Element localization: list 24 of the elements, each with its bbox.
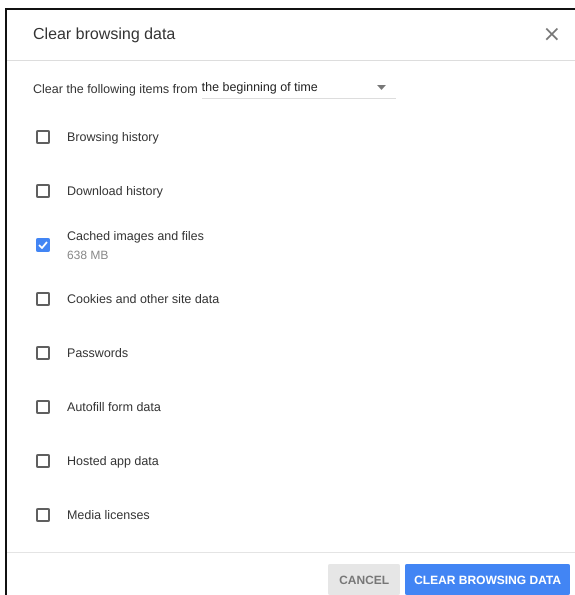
checkbox-label: Hosted app data <box>67 454 159 468</box>
checkbox[interactable] <box>36 130 50 144</box>
checkbox[interactable] <box>36 346 50 360</box>
checkbox[interactable] <box>36 184 50 198</box>
checkbox-label: Browsing history <box>67 130 159 144</box>
cancel-button[interactable]: CANCEL <box>328 564 400 595</box>
range-label: Clear the following items from <box>33 82 198 96</box>
checkbox[interactable] <box>36 400 50 414</box>
checkbox-label: Cached images and files <box>67 228 204 242</box>
time-range-dropdown[interactable]: the beginning of time <box>202 78 396 99</box>
checkbox[interactable] <box>36 508 50 522</box>
dialog-title: Clear browsing data <box>33 26 176 44</box>
checkbox-label: Download history <box>67 184 163 198</box>
close-button[interactable]: × <box>538 24 565 46</box>
checkbox[interactable] <box>36 238 50 252</box>
checkbox-label: Passwords <box>67 346 128 360</box>
item-size: 638 MB <box>67 248 110 262</box>
checkbox[interactable] <box>36 292 50 306</box>
checkbox-label: Media licenses <box>67 508 150 522</box>
checkbox-label: Cookies and other site data <box>67 292 220 306</box>
checkbox-label: Autofill form data <box>67 400 161 414</box>
clear-data-button[interactable]: CLEAR BROWSING DATA <box>405 564 570 595</box>
caret-icon <box>376 84 386 90</box>
checkbox[interactable] <box>36 454 50 468</box>
